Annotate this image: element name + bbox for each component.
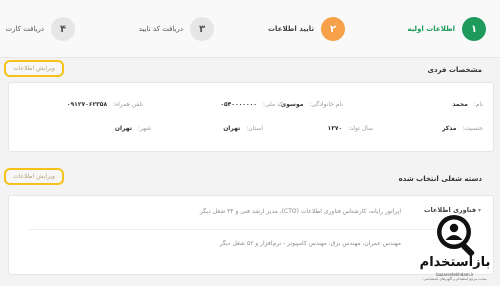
- logo-tagline: سایت مرجع استخدام و آگهی‌های استخدامی: [423, 277, 487, 281]
- job-category-title: دسته شغلی انتخاب شده: [398, 175, 482, 183]
- step-label: اطلاعات اولیه: [407, 25, 455, 33]
- edit-personal-info-button[interactable]: ویرایش اطلاعات: [4, 60, 64, 77]
- divider: [29, 229, 473, 230]
- province-field: استان: تهران: [223, 125, 263, 132]
- step-number: ۲: [321, 17, 345, 41]
- step-confirm-info[interactable]: ۲ تایید اطلاعات: [268, 16, 345, 42]
- registration-stepper: ۱ اطلاعات اولیه ۲ تایید اطلاعات ۳ دریافت…: [0, 0, 500, 58]
- last-name-field: نام خانوادگی: موسوی: [280, 101, 343, 108]
- edit-job-info-button[interactable]: ویرایش اطلاعات: [4, 168, 64, 185]
- personal-info-card: نام: محمد نام خانوادگی: موسوی کد ملی: ۰۵…: [8, 82, 494, 152]
- personal-info-title: مشخصات فردی: [427, 66, 482, 74]
- birth-year-field: سال تولد: ۱۳۷۰: [327, 125, 373, 132]
- search-user-icon: [437, 215, 475, 257]
- step-label: تایید اطلاعات: [268, 25, 314, 33]
- step-label: دریافت کد تایید: [138, 25, 183, 33]
- step-label: دریافت کارت: [5, 25, 44, 33]
- first-name-field: نام: محمد: [452, 101, 483, 108]
- step-number: ۱: [462, 17, 486, 41]
- mobile-field: تلفن همراه: ۰۹۱۲۷۰۶۲۳۵۸: [66, 101, 143, 108]
- job-desc-row-2: مهندس عمران، مهندس برق، مهندس کامپیوتر -…: [219, 240, 401, 247]
- step-initial-info[interactable]: ۱ اطلاعات اولیه: [407, 16, 486, 42]
- city-field: شهر: تهران: [114, 125, 151, 132]
- step-verification-code[interactable]: ۳ دریافت کد تایید: [139, 16, 214, 42]
- national-code-field: کد ملی: ۰۵۴۰۰۰۰۰۰۰: [220, 101, 283, 108]
- step-receive-card[interactable]: ۴ دریافت کارت: [6, 16, 75, 42]
- bazarestekhdam-logo: بازاستخدام bazarestekhdam.ir سایت مرجع ا…: [410, 210, 498, 286]
- logo-brand: بازاستخدام: [419, 255, 491, 270]
- page: ۱ اطلاعات اولیه ۲ تایید اطلاعات ۳ دریافت…: [0, 0, 500, 286]
- gender-field: جنسیت: مذکر: [442, 125, 483, 132]
- step-number: ۳: [190, 17, 214, 41]
- step-number: ۴: [51, 17, 75, 41]
- job-desc-row-1: اپراتور رایانه، کارشناس فناوری اطلاعات (…: [199, 208, 401, 215]
